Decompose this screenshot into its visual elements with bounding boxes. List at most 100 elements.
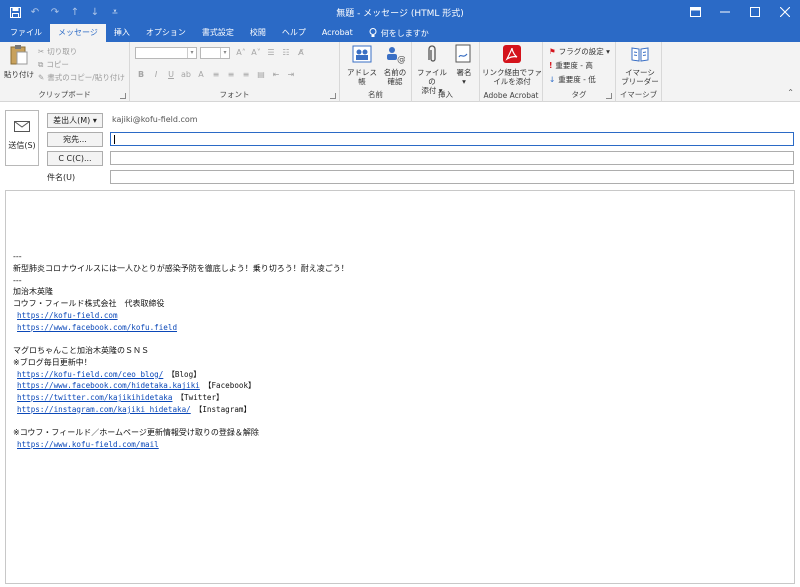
- body-line: [13, 333, 349, 345]
- names-group-label: 名前: [368, 90, 383, 99]
- link-suffix-label: 【Twitter】: [176, 393, 224, 402]
- acrobat-group-label: Adobe Acrobat: [483, 91, 539, 100]
- body-line: https://twitter.com/kajikihidetaka 【Twitt…: [13, 392, 349, 404]
- clipboard-group-label: クリップボード: [38, 90, 91, 99]
- minimize-icon[interactable]: [710, 0, 740, 24]
- font-group: ▾ ▾ A˄ A˅ ☰ ☷ A̸ B I U ab A ≡ ≡ ≡ ▤ ⇤ ⇥ …: [130, 42, 340, 102]
- message-body[interactable]: --- 新型肺炎コロナウイルスには一人ひとりが感染予防を徹底しよう！乗り切ろう！耐…: [5, 190, 795, 584]
- body-text-line: マグロちゃんこと加治木英隆のＳＮＳ: [13, 346, 149, 355]
- decrease-indent-icon[interactable]: ⇤: [271, 70, 281, 79]
- font-name-combo[interactable]: ▾: [135, 47, 197, 59]
- body-line: 新型肺炎コロナウイルスには一人ひとりが感染予防を徹底しよう！乗り切ろう！耐え凌ご…: [13, 263, 349, 275]
- bold-button[interactable]: B: [136, 70, 146, 79]
- italic-button[interactable]: I: [151, 70, 161, 79]
- check-names-button[interactable]: @ 名前の 確認: [380, 44, 410, 86]
- attach-via-link-button[interactable]: リンク経由でファ イルを添付: [482, 44, 542, 86]
- maximize-icon[interactable]: [740, 0, 770, 24]
- bullets-icon[interactable]: ☰: [266, 48, 276, 57]
- send-button[interactable]: 送信(S): [5, 110, 39, 166]
- address-book-icon: [352, 45, 372, 63]
- collapse-ribbon-icon[interactable]: ⌃: [787, 88, 794, 97]
- subject-field[interactable]: [110, 170, 794, 184]
- ribbon-tabs: ファイル メッセージ 挿入 オプション 書式設定 校閲 ヘルプ Acrobat …: [0, 24, 800, 42]
- body-link[interactable]: https://twitter.com/kajikihidetaka: [17, 393, 172, 402]
- font-color-icon[interactable]: A: [196, 70, 206, 79]
- body-line: ※コウフ・フィールド／ホームページ更新情報受け取りの登録＆解除: [13, 427, 349, 439]
- increase-indent-icon[interactable]: ⇥: [286, 70, 296, 79]
- attach-via-link-label-line2: イルを添付: [493, 77, 531, 86]
- attach-via-link-label-line1: リンク経由でファ: [482, 68, 542, 77]
- tags-launcher-icon[interactable]: [606, 93, 612, 99]
- copy-icon: ⧉: [38, 59, 44, 69]
- clipboard-launcher-icon[interactable]: [120, 93, 126, 99]
- body-link[interactable]: https://kofu-field.com: [17, 311, 118, 320]
- body-link[interactable]: https://instagram.com/kajiki_hidetaka/: [17, 405, 191, 414]
- body-link[interactable]: https://kofu-field.com/ceo_blog/: [17, 370, 163, 379]
- immersive-reader-label-line1: イマーシ: [625, 68, 655, 77]
- body-link[interactable]: https://www.facebook.com/hidetaka.kajiki: [17, 381, 200, 390]
- align-center-icon[interactable]: ≡: [226, 70, 236, 79]
- high-importance-button[interactable]: ! 重要度 - 高: [549, 60, 593, 71]
- tab-review[interactable]: 校閲: [242, 24, 274, 42]
- address-book-button[interactable]: アドレス帳: [344, 44, 380, 86]
- shrink-font-icon[interactable]: A˅: [251, 48, 261, 57]
- address-book-label: アドレス帳: [347, 68, 377, 86]
- highlight-icon[interactable]: ab: [181, 70, 191, 79]
- tab-help[interactable]: ヘルプ: [274, 24, 314, 42]
- tab-acrobat[interactable]: Acrobat: [314, 24, 361, 42]
- body-link[interactable]: https://www.facebook.com/kofu.field: [17, 323, 177, 332]
- justify-icon[interactable]: ▤: [256, 70, 266, 79]
- body-line: https://www.facebook.com/hidetaka.kajiki…: [13, 380, 349, 392]
- font-size-combo[interactable]: ▾: [200, 47, 230, 59]
- body-line: ---: [13, 275, 349, 287]
- immersive-group: イマーシ ブリーダー イマーシブ: [616, 42, 662, 102]
- send-label: 送信(S): [8, 141, 36, 150]
- immersive-reader-icon: [631, 47, 649, 62]
- grow-font-icon[interactable]: A˄: [236, 48, 246, 57]
- cc-button[interactable]: C C(C)...: [47, 151, 103, 166]
- body-text-line: コウフ・フィールド株式会社 代表取締役: [13, 299, 165, 308]
- clear-format-icon[interactable]: A̸: [296, 48, 306, 57]
- font-launcher-icon[interactable]: [330, 93, 336, 99]
- tell-me-box[interactable]: 何をしますか: [361, 24, 437, 42]
- format-painter-button[interactable]: ✎ 書式のコピー/貼り付け: [38, 72, 125, 83]
- follow-up-button[interactable]: ⚑ フラグの設定 ▾: [549, 46, 610, 57]
- body-link[interactable]: https://www.kofu-field.com/mail: [17, 440, 159, 449]
- signature-label-line1: 署名: [456, 68, 472, 77]
- ribbon: 貼り付け ✂ 切り取り ⧉ コピー ✎ 書式のコピー/貼り付け クリップボード ▾ ▾…: [0, 42, 800, 102]
- to-button[interactable]: 宛先...: [47, 132, 103, 147]
- align-left-icon[interactable]: ≡: [211, 70, 221, 79]
- align-right-icon[interactable]: ≡: [241, 70, 251, 79]
- body-line: https://instagram.com/kajiki_hidetaka/【I…: [13, 404, 349, 416]
- tab-message[interactable]: メッセージ: [50, 24, 106, 42]
- body-line: ---: [13, 251, 349, 263]
- to-field[interactable]: [110, 132, 794, 146]
- tab-insert[interactable]: 挿入: [106, 24, 138, 42]
- body-line: https://kofu-field.com: [13, 310, 349, 322]
- paste-icon: [10, 45, 28, 65]
- copy-button[interactable]: ⧉ コピー: [38, 59, 69, 70]
- immersive-reader-button[interactable]: イマーシ ブリーダー: [618, 44, 662, 86]
- signature-button[interactable]: 署名 ▾: [450, 44, 478, 86]
- tab-file[interactable]: ファイル: [2, 24, 50, 42]
- check-names-label-line2: 確認: [387, 77, 403, 86]
- tab-format-text[interactable]: 書式設定: [194, 24, 242, 42]
- attach-file-button[interactable]: ファイルの 添付 ▾: [415, 44, 449, 95]
- cut-label: 切り取り: [47, 47, 78, 56]
- names-group: アドレス帳 @ 名前の 確認 名前: [340, 42, 412, 102]
- font-group-label: フォント: [219, 90, 250, 99]
- numbering-icon[interactable]: ☷: [281, 48, 291, 57]
- body-text-line: ---: [13, 252, 22, 261]
- from-button[interactable]: 差出人(M) ▾: [47, 113, 103, 128]
- tab-options[interactable]: オプション: [138, 24, 194, 42]
- cut-button[interactable]: ✂ 切り取り: [38, 46, 77, 57]
- body-line: https://www.facebook.com/kofu.field: [13, 322, 349, 334]
- paste-button[interactable]: 貼り付け: [4, 44, 34, 79]
- ribbon-display-icon[interactable]: [680, 0, 710, 24]
- tags-group: ⚑ フラグの設定 ▾ ! 重要度 - 高 ↓ 重要度 - 低 タグ: [543, 42, 616, 102]
- cc-field[interactable]: [110, 151, 794, 165]
- close-icon[interactable]: [770, 0, 800, 24]
- link-suffix-label: 【Blog】: [167, 369, 201, 379]
- underline-button[interactable]: U: [166, 70, 176, 79]
- low-importance-button[interactable]: ↓ 重要度 - 低: [549, 74, 596, 85]
